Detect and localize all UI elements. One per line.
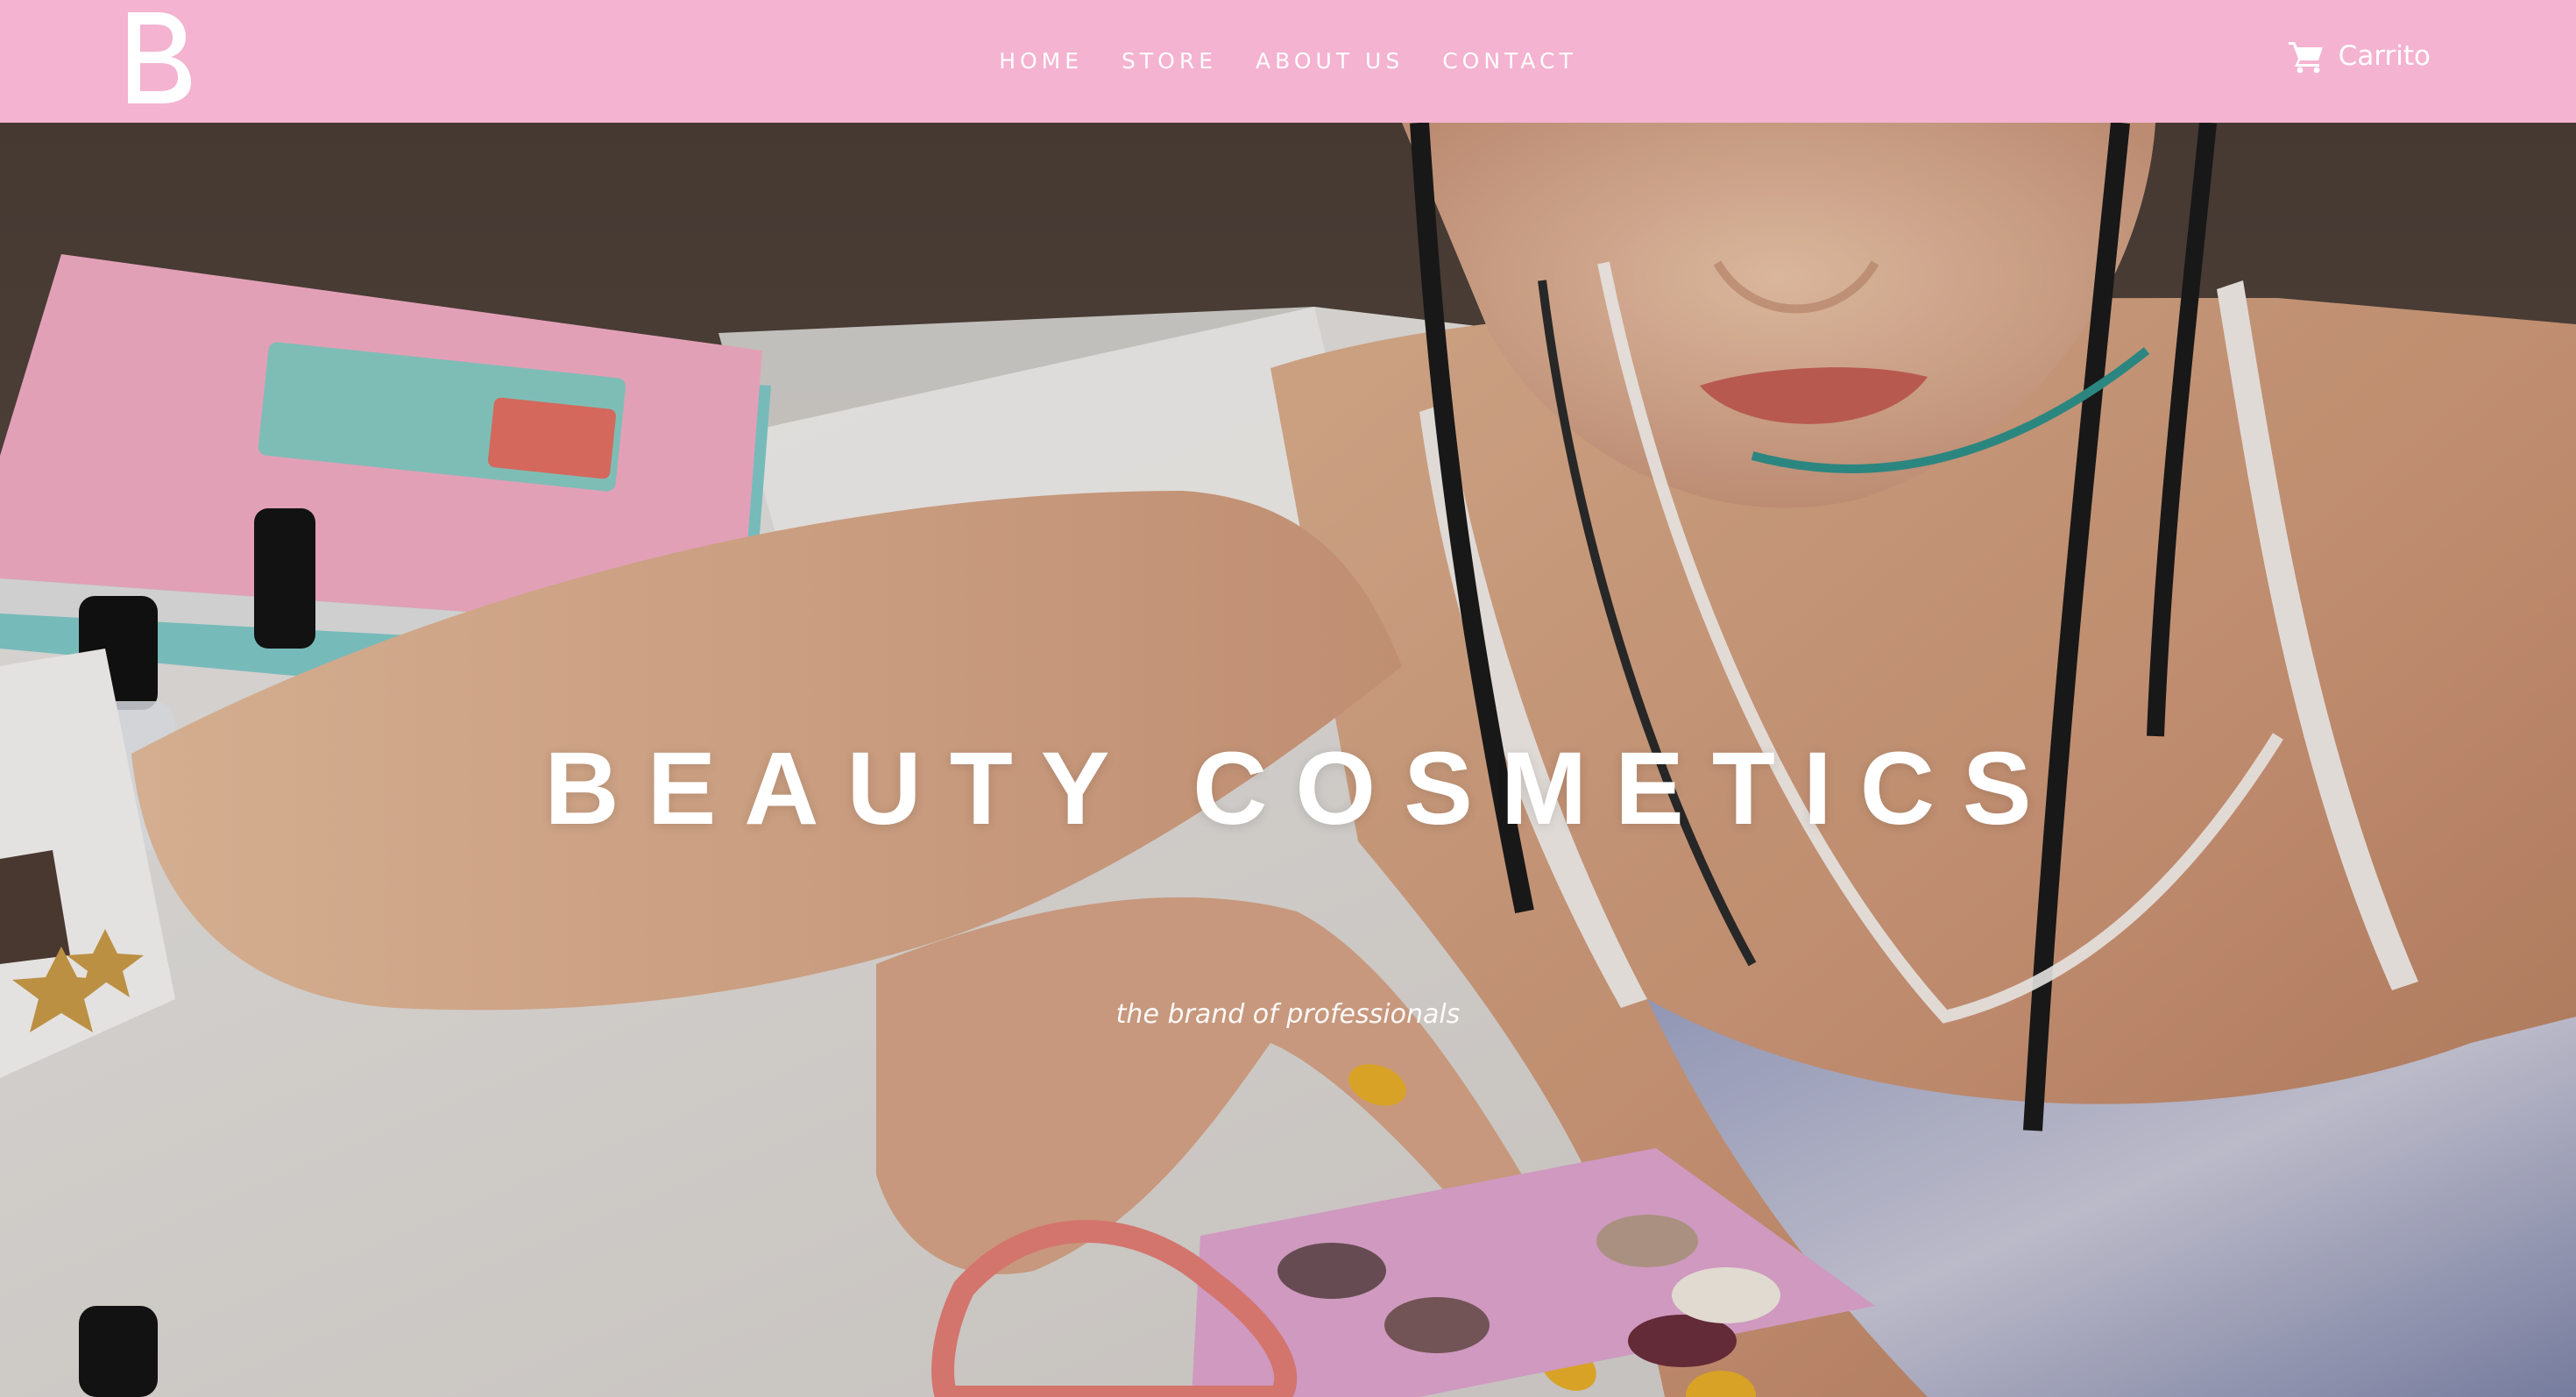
cart-label: Carrito xyxy=(2338,40,2431,72)
nav-item-about-us[interactable]: ABOUT US xyxy=(1255,47,1405,75)
nav-item-contact[interactable]: CONTACT xyxy=(1441,47,1578,75)
site-header: HOME STORE ABOUT US CONTACT Carrito xyxy=(0,0,2576,123)
main-nav: HOME STORE ABOUT US CONTACT xyxy=(0,47,2576,75)
shopping-cart-icon xyxy=(2288,42,2323,74)
nav-item-store[interactable]: STORE xyxy=(1121,47,1218,75)
hero-title: BEAUTY COSMETICS xyxy=(544,731,2060,847)
cart-button[interactable]: Carrito xyxy=(2288,39,2431,74)
nav-item-home[interactable]: HOME xyxy=(998,47,1084,75)
hero-subtitle: the brand of professionals xyxy=(1115,999,1461,1030)
hero-banner: BEAUTY COSMETICS the brand of profession… xyxy=(0,123,2576,1397)
